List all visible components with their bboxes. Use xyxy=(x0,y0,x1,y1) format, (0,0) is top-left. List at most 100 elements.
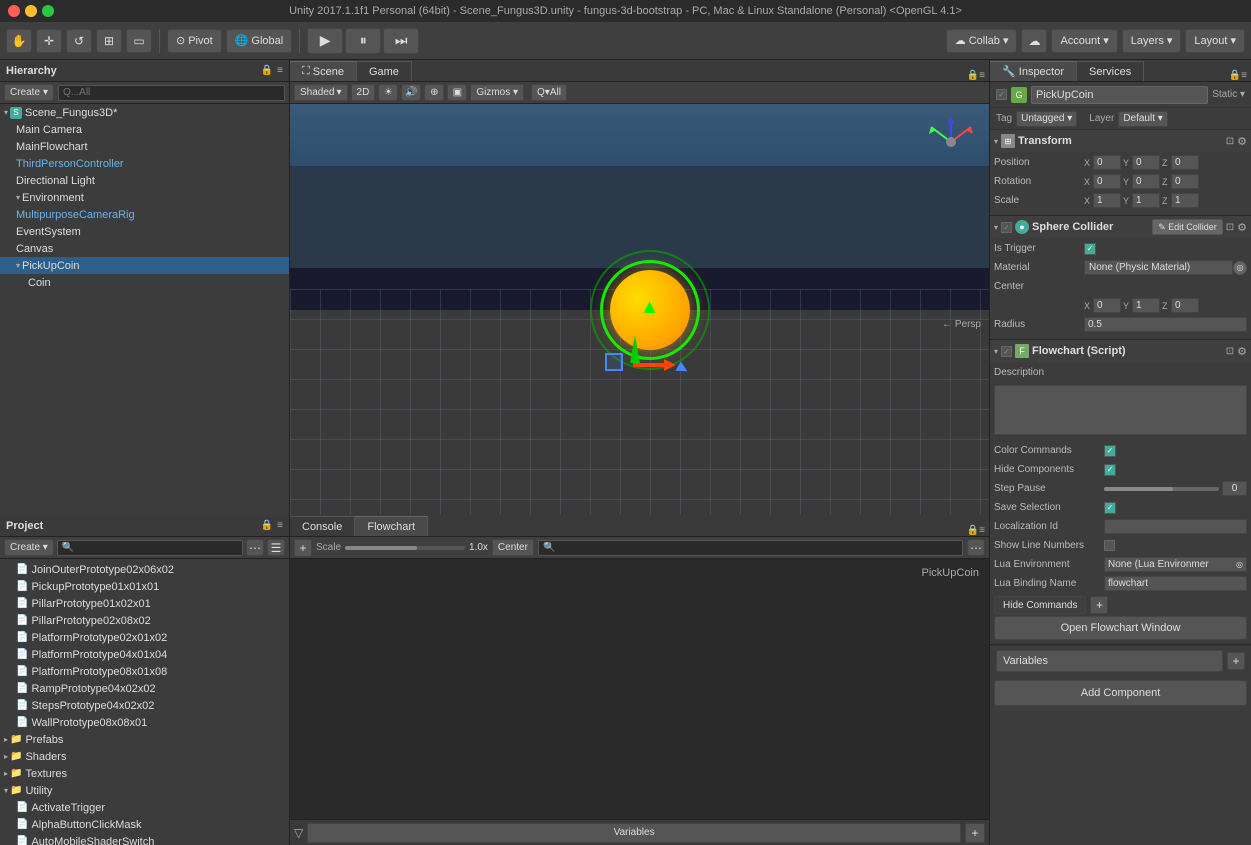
pos-x-input[interactable] xyxy=(1093,155,1121,170)
sphere-active-checkbox[interactable] xyxy=(1001,222,1012,233)
project-lock-icon[interactable]: 🔒 xyxy=(261,520,273,531)
flowchart-script-header[interactable]: ▾ F Flowchart (Script) ⊡ ⚙ xyxy=(990,340,1251,362)
flowchart-script-gear-icon[interactable]: ⚙ xyxy=(1237,345,1247,358)
pivot-btn[interactable]: ⊙ Pivot xyxy=(167,29,222,53)
show-line-numbers-checkbox[interactable] xyxy=(1104,540,1115,551)
collab-btn[interactable]: ☁ Collab ▾ xyxy=(946,29,1018,53)
sphere-collider-header[interactable]: ▾ ● Sphere Collider ✎ Edit Collider ⊡ ⚙ xyxy=(990,216,1251,238)
step-pause-slider[interactable] xyxy=(1104,481,1247,496)
lua-env-dot-btn[interactable]: ◎ xyxy=(1236,560,1243,569)
layers-dropdown[interactable]: Layers ▾ xyxy=(1122,29,1182,53)
project-item[interactable]: 📄 ActivateTrigger xyxy=(0,799,289,816)
hierarchy-create-btn[interactable]: Create ▾ xyxy=(4,84,54,101)
lua-env-dropdown[interactable]: None (Lua Environmer ◎ xyxy=(1104,557,1247,572)
audio-btn[interactable]: 🔊 xyxy=(401,84,421,101)
material-select-btn[interactable]: ◎ xyxy=(1233,261,1247,275)
project-item[interactable]: 📄 AutoMobileShaderSwitch xyxy=(0,833,289,845)
hierarchy-item-coin[interactable]: Coin xyxy=(0,274,289,291)
rot-y-input[interactable] xyxy=(1132,174,1160,189)
tab-flowchart[interactable]: Flowchart xyxy=(355,516,428,536)
object-active-checkbox[interactable] xyxy=(996,89,1007,100)
tag-dropdown[interactable]: Untagged ▾ xyxy=(1016,111,1077,127)
maximize-button[interactable] xyxy=(42,5,54,17)
flowchart-menu-icon[interactable]: ≡ xyxy=(979,525,985,536)
hierarchy-item-scene[interactable]: ▾ S Scene_Fungus3D* xyxy=(0,104,289,121)
account-dropdown[interactable]: Account ▾ xyxy=(1051,29,1117,53)
project-item[interactable]: 📄 StepsPrototype04x02x02 xyxy=(0,697,289,714)
flowchart-add-btn[interactable]: + xyxy=(294,539,312,557)
project-item-utility[interactable]: ▾ 📁 Utility xyxy=(0,782,289,799)
static-label[interactable]: Static ▾ xyxy=(1212,89,1245,100)
flowchart-canvas[interactable]: PickUpCoin xyxy=(290,559,989,819)
rot-z-input[interactable] xyxy=(1171,174,1199,189)
center-y-input[interactable] xyxy=(1132,298,1160,313)
search-all-dropdown[interactable]: Q▾All xyxy=(531,84,567,101)
sphere-gear-icon[interactable]: ⚙ xyxy=(1237,221,1247,234)
inspector-menu-icon[interactable]: ≡ xyxy=(1241,70,1247,81)
color-commands-checkbox[interactable]: ✓ xyxy=(1104,445,1116,457)
hierarchy-item-pickupcoin[interactable]: ▾ PickUpCoin xyxy=(0,257,289,274)
hand-tool-btn[interactable]: ✋ xyxy=(6,29,32,53)
2d-btn[interactable]: 2D xyxy=(351,84,376,101)
step-pause-input[interactable] xyxy=(1222,481,1247,496)
inspector-lock-icon[interactable]: 🔒 xyxy=(1229,70,1241,81)
project-view-btn[interactable]: ☰ xyxy=(267,539,285,556)
shaded-dropdown[interactable]: Shaded ▾ xyxy=(294,84,348,101)
scale-x-input[interactable] xyxy=(1093,193,1121,208)
global-btn[interactable]: 🌐 Global xyxy=(226,29,293,53)
gizmos-dropdown[interactable]: Gizmos ▾ xyxy=(470,84,524,101)
flowchart-variables-btn[interactable]: Variables xyxy=(307,823,961,843)
close-button[interactable] xyxy=(8,5,20,17)
localization-id-input[interactable] xyxy=(1104,519,1247,534)
variables-btn[interactable]: Variables xyxy=(996,650,1223,672)
flowchart-active-checkbox[interactable] xyxy=(1001,346,1012,357)
open-flowchart-window-btn[interactable]: Open Flowchart Window xyxy=(994,616,1247,640)
flowchart-script-view-icon[interactable]: ⊡ xyxy=(1226,346,1234,357)
tab-scene[interactable]: ⛶ Scene xyxy=(290,61,357,81)
center-x-input[interactable] xyxy=(1093,298,1121,313)
project-item[interactable]: 📄 PillarPrototype02x08x02 xyxy=(0,612,289,629)
rot-x-input[interactable] xyxy=(1093,174,1121,189)
project-item[interactable]: 📄 AlphaButtonClickMask xyxy=(0,816,289,833)
project-item[interactable]: 📄 JoinOuterPrototype02x06x02 xyxy=(0,561,289,578)
lua-binding-input[interactable] xyxy=(1104,576,1247,591)
add-component-btn[interactable]: Add Component xyxy=(994,680,1247,706)
hierarchy-item-canvas[interactable]: Canvas xyxy=(0,240,289,257)
rect-tool-btn[interactable]: ▭ xyxy=(126,29,152,53)
is-trigger-checkbox[interactable]: ✓ xyxy=(1084,243,1096,255)
transform-header[interactable]: ▾ ⊞ Transform ⊡ ⚙ xyxy=(990,130,1251,152)
pos-y-input[interactable] xyxy=(1132,155,1160,170)
radius-input[interactable] xyxy=(1084,317,1247,332)
project-item[interactable]: 📄 PlatformPrototype02x01x02 xyxy=(0,629,289,646)
fx-btn[interactable]: ⊕ xyxy=(424,84,444,101)
hide-commands-add-btn[interactable]: + xyxy=(1090,596,1108,614)
play-btn[interactable]: ▶ xyxy=(307,28,343,54)
project-item[interactable]: 📄 PlatformPrototype04x01x04 xyxy=(0,646,289,663)
hide-commands-btn[interactable]: Hide Commands xyxy=(994,596,1086,614)
tab-game[interactable]: Game xyxy=(357,61,412,81)
tab-console[interactable]: Console xyxy=(290,516,355,536)
material-dropdown[interactable]: None (Physic Material) xyxy=(1084,260,1233,275)
object-name-input[interactable] xyxy=(1031,86,1208,104)
flowchart-add-var-btn[interactable]: + xyxy=(965,823,985,843)
pause-btn[interactable]: ⏸ xyxy=(345,28,381,54)
project-item[interactable]: 📄 PickupPrototype01x01x01 xyxy=(0,578,289,595)
cloud-btn[interactable]: ☁ xyxy=(1021,29,1047,53)
hierarchy-item-eventsystem[interactable]: EventSystem xyxy=(0,223,289,240)
center-z-input[interactable] xyxy=(1171,298,1199,313)
hierarchy-item-main-camera[interactable]: Main Camera xyxy=(0,121,289,138)
project-item-textures[interactable]: ▸ 📁 Textures xyxy=(0,765,289,782)
project-create-btn[interactable]: Create ▾ xyxy=(4,539,54,556)
scale-z-input[interactable] xyxy=(1171,193,1199,208)
hierarchy-menu-icon[interactable]: ≡ xyxy=(277,65,283,76)
center-btn[interactable]: Center xyxy=(492,539,534,556)
description-textarea[interactable] xyxy=(994,385,1247,435)
edit-collider-btn[interactable]: ✎ Edit Collider xyxy=(1152,219,1223,235)
pos-z-input[interactable] xyxy=(1171,155,1199,170)
project-menu-icon[interactable]: ≡ xyxy=(277,520,283,531)
scene-lock-icon[interactable]: 🔒 xyxy=(967,70,979,81)
transform-gear-icon[interactable]: ⚙ xyxy=(1237,135,1247,148)
sphere-view-icon[interactable]: ⊡ xyxy=(1226,222,1234,233)
flowchart-options-btn[interactable]: ⋯ xyxy=(967,539,985,556)
tab-services[interactable]: Services xyxy=(1077,61,1144,81)
